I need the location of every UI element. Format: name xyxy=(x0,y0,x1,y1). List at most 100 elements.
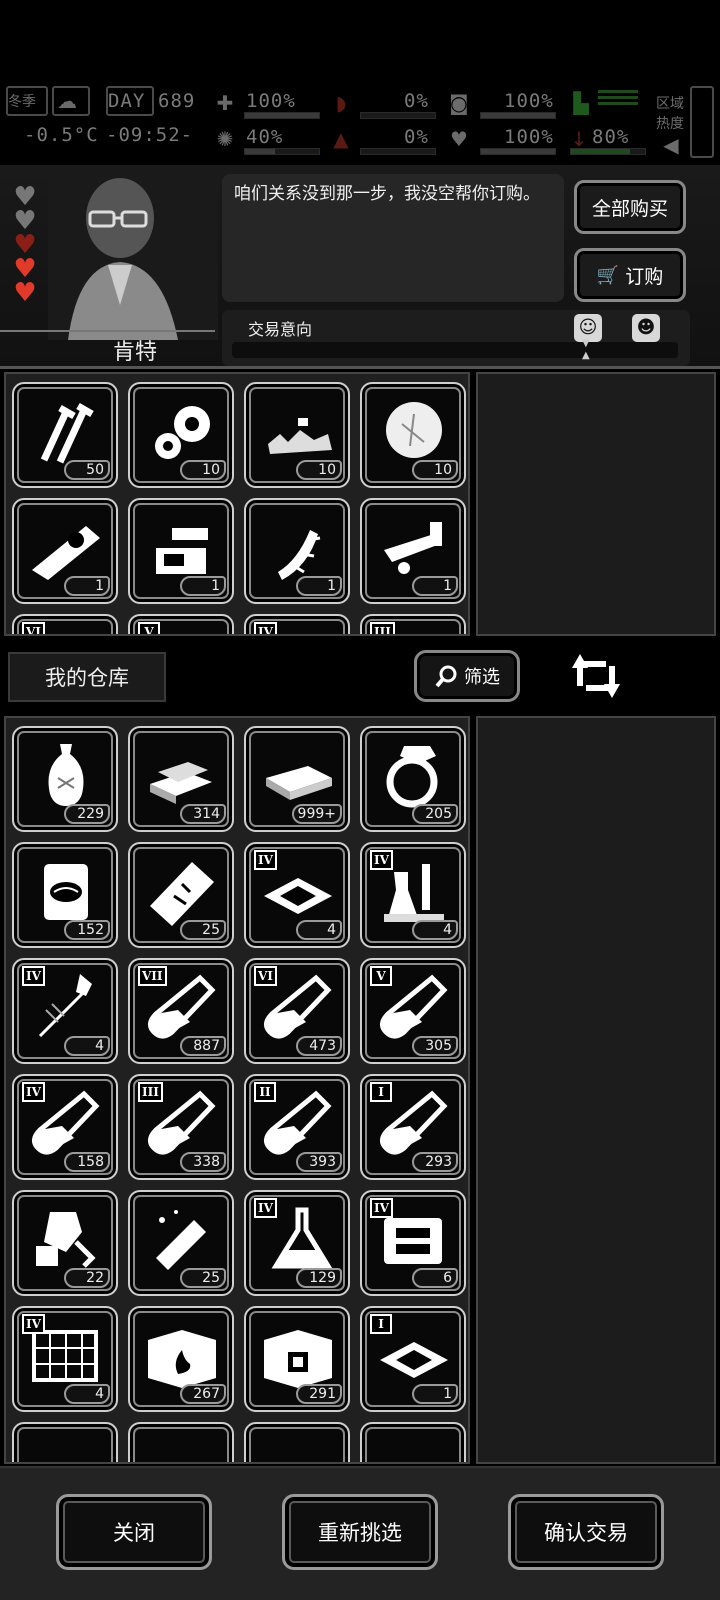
reselect-button[interactable]: 重新挑选 xyxy=(282,1494,438,1570)
item-slot[interactable]: IV 129 xyxy=(244,1190,350,1296)
item-count: 22 xyxy=(64,1268,110,1288)
filter-button[interactable]: 筛选 xyxy=(414,650,520,702)
item-slot[interactable] xyxy=(244,1422,350,1462)
item-count: 999+ xyxy=(291,804,342,824)
item-slot[interactable]: 291 xyxy=(244,1306,350,1412)
item-slot[interactable]: 1 xyxy=(128,498,234,604)
warehouse-header: 我的仓库 筛选 xyxy=(0,636,720,708)
item-slot[interactable]: I 293 xyxy=(360,1074,466,1180)
item-slot[interactable]: 314 xyxy=(128,726,234,832)
tier-badge: IV xyxy=(370,1198,393,1218)
merchant-inventory[interactable]: 50 10 10 10 1 1 1 1 VI V IV III xyxy=(4,372,470,636)
tier-badge: IV xyxy=(22,1082,45,1102)
item-slot[interactable]: 10 xyxy=(360,382,466,488)
item-slot[interactable]: 1 xyxy=(12,498,118,604)
order-button[interactable]: 🛒 订购 xyxy=(574,248,686,302)
item-slot[interactable]: IV xyxy=(244,614,350,634)
action-bar: 关闭 重新挑选 确认交易 xyxy=(0,1466,720,1600)
item-slot[interactable] xyxy=(12,1422,118,1462)
item-slot[interactable]: IV 4 xyxy=(12,1306,118,1412)
tier-badge: II xyxy=(254,1082,276,1102)
item-slot[interactable]: 205 xyxy=(360,726,466,832)
item-slot[interactable]: 1 xyxy=(360,498,466,604)
item-count: 393 xyxy=(296,1152,342,1172)
tier-badge: IV xyxy=(370,850,393,870)
item-slot[interactable]: IV 158 xyxy=(12,1074,118,1180)
boot-icon: ▙ xyxy=(573,91,589,115)
item-slot[interactable]: V 305 xyxy=(360,958,466,1064)
tier-badge: VI xyxy=(254,966,277,986)
canned-food-icon xyxy=(44,864,88,920)
item-count: 152 xyxy=(64,920,110,940)
water-drop-icon: ▲ xyxy=(333,127,349,151)
item-slot[interactable]: 22 xyxy=(12,1190,118,1296)
trade-intent-panel: 交易意向 ☺ ☻ ▼ ▲ xyxy=(222,310,690,366)
item-count: 1 xyxy=(412,576,458,596)
item-count: 338 xyxy=(180,1152,226,1172)
item-slot[interactable]: III 338 xyxy=(128,1074,234,1180)
item-slot[interactable]: IV 6 xyxy=(360,1190,466,1296)
item-slot[interactable]: 267 xyxy=(128,1306,234,1412)
trade-intent-track xyxy=(232,342,678,358)
item-count: 1 xyxy=(180,576,226,596)
item-slot[interactable]: VI xyxy=(12,614,118,634)
buy-all-button[interactable]: 全部购买 xyxy=(574,180,686,234)
tier-badge: IV xyxy=(254,1198,277,1218)
intent-marker-icon: ▼ xyxy=(582,338,590,349)
close-button[interactable]: 关闭 xyxy=(56,1494,212,1570)
heart-fill xyxy=(481,149,555,154)
item-count: 314 xyxy=(180,804,226,824)
item-slot[interactable] xyxy=(360,1422,466,1462)
item-count: 267 xyxy=(180,1384,226,1404)
heart-bar xyxy=(480,148,556,155)
item-slot[interactable]: 25 xyxy=(128,842,234,948)
item-count: 10 xyxy=(296,460,342,480)
item-slot[interactable]: II 393 xyxy=(244,1074,350,1180)
item-slot[interactable]: IV 4 xyxy=(12,958,118,1064)
fluff-icon xyxy=(386,402,442,458)
health-fill xyxy=(245,113,319,118)
item-slot[interactable]: IV 4 xyxy=(360,842,466,948)
happy-face-icon: ☻ xyxy=(632,314,660,342)
item-count: 887 xyxy=(180,1036,226,1056)
tier-badge: III xyxy=(370,622,395,634)
item-count: 25 xyxy=(180,920,226,940)
item-slot[interactable]: V xyxy=(128,614,234,634)
cash-stack-icon xyxy=(266,766,332,800)
relationship-hearts: ♥ ♥ ♥ ♥ ♥ xyxy=(10,184,42,306)
stomach-fill xyxy=(481,113,555,118)
item-slot[interactable]: 229 xyxy=(12,726,118,832)
status-hud: 冬季 ☁ -0.5°C DAY 689 -09:52- ✚ 100% ✺ 40%… xyxy=(0,86,720,162)
magnifier-icon xyxy=(435,665,457,688)
item-slot[interactable]: 1 xyxy=(244,498,350,604)
item-slot[interactable]: 152 xyxy=(12,842,118,948)
item-count: 4 xyxy=(64,1036,110,1056)
item-slot[interactable]: VI 473 xyxy=(244,958,350,1064)
item-slot[interactable] xyxy=(128,1422,234,1462)
swap-arrows-icon[interactable] xyxy=(566,646,626,706)
item-count: 6 xyxy=(412,1268,458,1288)
item-count: 291 xyxy=(296,1384,342,1404)
hose-nozzle-icon xyxy=(384,522,442,574)
item-slot[interactable]: I1 xyxy=(360,1306,466,1412)
item-slot[interactable]: 50 xyxy=(12,382,118,488)
item-slot[interactable]: 10 xyxy=(244,382,350,488)
item-slot[interactable]: 999+ xyxy=(244,726,350,832)
speaker-icon[interactable]: ◀ xyxy=(658,130,684,160)
gold-bars-icon xyxy=(150,762,212,804)
item-slot[interactable]: 10 xyxy=(128,382,234,488)
confirm-trade-button[interactable]: 确认交易 xyxy=(508,1494,664,1570)
broken-arm-icon xyxy=(156,1210,206,1270)
item-count: 1 xyxy=(64,576,110,596)
brain-icon: ✺ xyxy=(216,127,234,151)
cart-icon: 🛒 xyxy=(596,264,620,286)
warehouse-grid: 229 314 999+ 205 152 25 IV 4 IV 4 IV 4 VII 887 VI 473 V 3… xyxy=(12,726,466,1462)
npc-portrait xyxy=(48,170,218,340)
item-slot[interactable]: VII 887 xyxy=(128,958,234,1064)
item-slot[interactable]: 25 xyxy=(128,1190,234,1296)
clock: -09:52- xyxy=(106,124,194,146)
warehouse-inventory[interactable]: 229 314 999+ 205 152 25 IV 4 IV 4 IV 4 VII 887 VI 473 V 3… xyxy=(4,716,470,1464)
item-slot[interactable]: IV 4 xyxy=(244,842,350,948)
npc-dialog: 咱们关系没到那一步，我没空帮你订购。 xyxy=(222,174,564,302)
item-slot[interactable]: III xyxy=(360,614,466,634)
